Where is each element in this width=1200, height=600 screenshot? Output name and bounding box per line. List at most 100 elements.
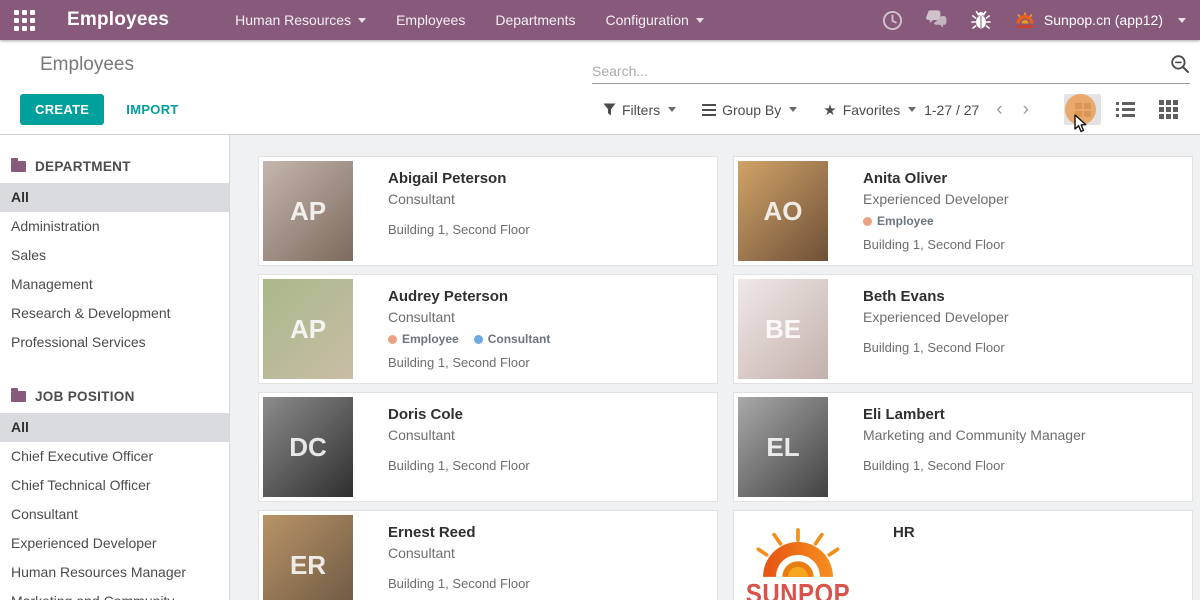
chevron-down-icon xyxy=(1178,18,1186,23)
nav-menu-human-resources[interactable]: Human Resources xyxy=(235,12,366,28)
employee-photo: AP xyxy=(263,279,353,379)
nav-menu-employees[interactable]: Employees xyxy=(396,12,465,28)
employee-card[interactable]: ER Ernest Reed Consultant Building 1, Se… xyxy=(258,510,718,600)
search-input[interactable] xyxy=(592,63,1170,79)
employee-card[interactable]: AP Audrey Peterson Consultant EmployeeCo… xyxy=(258,274,718,384)
create-button[interactable]: CREATE xyxy=(20,94,104,125)
section-items: All Administration Sales Management Rese… xyxy=(0,183,229,357)
list-view-icon xyxy=(1116,102,1135,117)
employee-location: Building 1, Second Floor xyxy=(863,237,1009,252)
sidebar-item[interactable]: Chief Executive Officer xyxy=(0,442,229,471)
pager-next-button[interactable]: › xyxy=(1020,100,1032,119)
employee-tag: Employee xyxy=(863,214,934,228)
section-items: All Chief Executive Officer Chief Techni… xyxy=(0,413,229,600)
sidebar-item[interactable]: Professional Services xyxy=(0,328,229,357)
employee-name: Eli Lambert xyxy=(863,406,1086,423)
sidebar-section-header: DEPARTMENT xyxy=(0,151,229,183)
company-logo: SUNPOP xyxy=(738,515,858,600)
employee-name: Anita Oliver xyxy=(863,170,1009,187)
card-body: Anita Oliver Experienced Developer Emplo… xyxy=(828,161,1015,261)
employee-location: Building 1, Second Floor xyxy=(863,458,1086,473)
grid-view-button[interactable] xyxy=(1150,94,1187,125)
employee-tags: Employee xyxy=(863,214,1009,228)
employee-photo: AP xyxy=(263,161,353,261)
kanban-content: AP Abigail Peterson Consultant Building … xyxy=(230,135,1200,600)
sidebar-section: JOB POSITION All Chief Executive Officer… xyxy=(0,381,229,600)
activity-clock-icon[interactable] xyxy=(882,9,904,31)
messages-chat-icon[interactable] xyxy=(926,9,948,31)
employee-name: Audrey Peterson xyxy=(388,288,550,305)
star-icon: ★ xyxy=(823,101,836,119)
sidebar: DEPARTMENT All Administration Sales Mana… xyxy=(0,135,230,600)
section-title-label: JOB POSITION xyxy=(35,389,135,404)
employee-location: Building 1, Second Floor xyxy=(388,355,550,370)
card-body: Doris Cole Consultant Building 1, Second… xyxy=(353,397,536,497)
control-panel: Employees CREATE IMPORT Filters xyxy=(0,40,1200,134)
search-bar xyxy=(592,54,1190,84)
sidebar-item[interactable]: Research & Development xyxy=(0,299,229,328)
sidebar-item[interactable]: Human Resources Manager xyxy=(0,558,229,587)
breadcrumb: Employees xyxy=(40,54,134,76)
nav-menu-configuration[interactable]: Configuration xyxy=(606,12,704,28)
favorites-button[interactable]: ★ Favorites xyxy=(823,101,916,119)
sidebar-section: DEPARTMENT All Administration Sales Mana… xyxy=(0,151,229,357)
chevron-down-icon xyxy=(696,18,704,23)
import-button[interactable]: IMPORT xyxy=(126,102,178,117)
employee-photo: BE xyxy=(738,279,828,379)
nav-menu-departments[interactable]: Departments xyxy=(495,12,575,28)
view-switcher xyxy=(1064,94,1187,125)
card-body: Eli Lambert Marketing and Community Mana… xyxy=(828,397,1092,497)
tag-dot-icon xyxy=(863,217,872,226)
employee-card[interactable]: SUNPOP HR xyxy=(733,510,1193,600)
employee-card[interactable]: BE Beth Evans Experienced Developer Buil… xyxy=(733,274,1193,384)
apps-menu-icon[interactable] xyxy=(14,10,35,31)
card-body: Abigail Peterson Consultant Building 1, … xyxy=(353,161,536,261)
employee-photo: AO xyxy=(738,161,828,261)
top-menubar: Human Resources Employees Departments Confi… xyxy=(235,12,734,28)
list-view-button[interactable] xyxy=(1107,94,1144,125)
chevron-down-icon xyxy=(668,107,676,112)
sidebar-section-header: JOB POSITION xyxy=(0,381,229,413)
employee-name: Doris Cole xyxy=(388,406,530,423)
sidebar-item[interactable]: Chief Technical Officer xyxy=(0,471,229,500)
employee-card[interactable]: DC Doris Cole Consultant Building 1, Sec… xyxy=(258,392,718,502)
sidebar-item[interactable]: Administration xyxy=(0,212,229,241)
group-by-button[interactable]: Group By xyxy=(702,102,797,118)
employee-card[interactable]: AP Abigail Peterson Consultant Building … xyxy=(258,156,718,266)
filters-button[interactable]: Filters xyxy=(603,102,676,118)
sidebar-item[interactable]: All xyxy=(0,413,229,442)
sidebar-item[interactable]: Management xyxy=(0,270,229,299)
chevron-down-icon xyxy=(358,18,366,23)
sunpop-sun-icon xyxy=(752,527,844,579)
chevron-down-icon xyxy=(789,107,797,112)
employee-location: Building 1, Second Floor xyxy=(388,222,530,237)
folder-icon xyxy=(11,391,26,402)
logo-text: SUNPOP xyxy=(746,579,850,600)
employee-job: Marketing and Community Manager xyxy=(863,427,1086,443)
user-menu[interactable]: Sunpop.cn (app12) xyxy=(1014,12,1186,29)
employee-job: Consultant xyxy=(388,309,550,325)
top-navbar: Employees Human Resources Employees Depart… xyxy=(0,0,1200,40)
sidebar-item[interactable]: Experienced Developer xyxy=(0,529,229,558)
tag-dot-icon xyxy=(388,335,397,344)
card-body: HR xyxy=(858,515,921,600)
employee-photo: DC xyxy=(263,397,353,497)
grid-view-icon xyxy=(1159,100,1178,119)
sidebar-item[interactable]: Consultant xyxy=(0,500,229,529)
employee-tags: EmployeeConsultant xyxy=(388,332,550,346)
search-icon[interactable] xyxy=(1170,54,1190,79)
sidebar-item[interactable]: Sales xyxy=(0,241,229,270)
pager-previous-button[interactable]: ‹ xyxy=(993,100,1005,119)
employee-name: Beth Evans xyxy=(863,288,1009,305)
kanban-view-button[interactable] xyxy=(1064,94,1101,125)
employee-job: Consultant xyxy=(388,427,530,443)
employee-name: Ernest Reed xyxy=(388,524,530,541)
employee-location: Building 1, Second Floor xyxy=(388,458,530,473)
sidebar-item[interactable]: All xyxy=(0,183,229,212)
sidebar-item[interactable]: Marketing and Community ... xyxy=(0,587,229,600)
debug-bug-icon[interactable] xyxy=(970,9,992,31)
mouse-cursor-icon xyxy=(1073,114,1088,133)
employee-card[interactable]: EL Eli Lambert Marketing and Community M… xyxy=(733,392,1193,502)
employee-tag: Consultant xyxy=(474,332,551,346)
employee-card[interactable]: AO Anita Oliver Experienced Developer Em… xyxy=(733,156,1193,266)
